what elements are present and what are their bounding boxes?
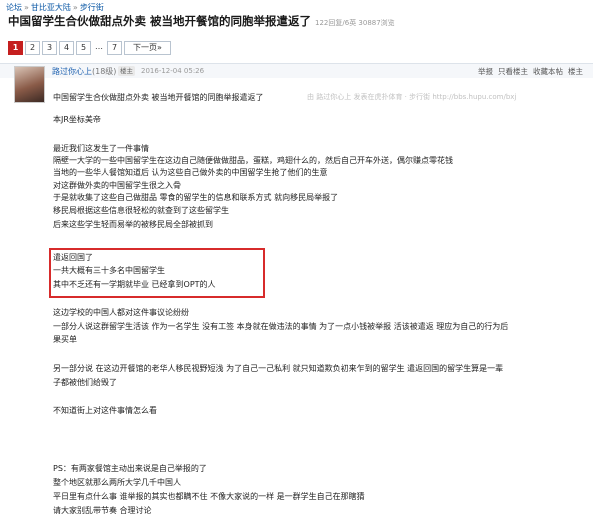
breadcrumb: 论坛» 甘比亚大陆» 步行街	[6, 3, 104, 12]
post-tools: 举报 只看楼主 收藏本帖 楼主	[473, 66, 583, 77]
post-line: 隔壁一大学的一些中国留学生在这边自己随便做做甜品，蛋糕，鸡翅什么的，然后自己开车…	[53, 156, 453, 165]
post-line: 其中不乏还有一学期就毕业 已经拿到OPT的人	[53, 280, 216, 289]
post-line: 本JR坐标美帝	[53, 115, 101, 124]
page-2-button[interactable]: 2	[25, 41, 40, 55]
post-line: 于是就收集了这些自己做甜品 零食的留学生的信息和联系方式 就向移民局举报了	[53, 193, 339, 202]
post-line: 子都被他们给毁了	[53, 378, 117, 387]
page-3-button[interactable]: 3	[42, 41, 57, 55]
page-1-button[interactable]: 1	[8, 41, 23, 55]
breadcrumb-link-forum[interactable]: 论坛	[6, 3, 22, 12]
post-line: 请大家别乱带节奏 合理讨论	[53, 506, 152, 515]
page-ellipsis: …	[93, 41, 105, 53]
post-line: 遣返回国了	[53, 253, 93, 262]
report-link[interactable]: 举报	[478, 67, 493, 76]
post-line: 平日里有点什么事 谁举报的其实也都瞒不住 不像大家说的一样 是一群学生自己在那瞎…	[53, 492, 365, 501]
thread-title: 中国留学生合伙做甜点外卖 被当地开餐馆的同胞举报遣返了 122回复/6英 3088…	[8, 13, 395, 29]
favorite-link[interactable]: 收藏本帖	[533, 67, 563, 76]
post-line: 整个地区就那么两所大学几千中国人	[53, 478, 181, 487]
breadcrumb-link-category[interactable]: 甘比亚大陆	[31, 3, 71, 12]
post-line: 移民局根据这些信息很轻松的就查到了这些留学生	[53, 206, 229, 215]
post-line: 当地的一些华人餐馆知道后 认为这些自己做外卖的中国留学生抢了他们的生意	[53, 168, 328, 177]
watermark: 由 路过你心上 发表在虎扑体育 · 步行街 http://bbs.hupu.co…	[307, 93, 517, 101]
page-4-button[interactable]: 4	[59, 41, 74, 55]
post-author: 路过你心上(18级)	[52, 66, 116, 77]
page-7-button[interactable]: 7	[107, 41, 122, 55]
thread-meta: 122回复/6英 30887浏览	[315, 19, 395, 27]
post-line: 后来这些学生轻而易举的被移民局全部被抓到	[53, 220, 213, 229]
post-line: 对这群做外卖的中国留学生很之入骨	[53, 181, 181, 190]
page-5-button[interactable]: 5	[76, 41, 91, 55]
post-line: 另一部分说 在这边开餐馆的老华人移民视野短浅 为了自己一己私利 就只知道欺负初来…	[53, 364, 504, 373]
author-level: (18级)	[92, 67, 117, 76]
op-badge: 楼主	[118, 66, 135, 76]
author-link[interactable]: 路过你心上	[52, 67, 92, 76]
post-line: 这边学校的中国人都对这件事议论纷纷	[53, 308, 189, 317]
post-line: 一部分人说这群留学生活该 作为一名学生 没有工签 本身就在做违法的事情 为了一点…	[53, 322, 509, 331]
floor-label: 楼主	[568, 67, 583, 76]
only-op-link[interactable]: 只看楼主	[498, 67, 528, 76]
post-line: 中国留学生合伙做甜点外卖 被当地开餐馆的同胞举报遣返了	[53, 93, 264, 102]
post-line: 不知道街上对这件事情怎么看	[53, 406, 157, 415]
pagination: 1 2 3 4 5 … 7 下一页»	[8, 41, 171, 55]
avatar[interactable]	[14, 66, 45, 103]
next-page-button[interactable]: 下一页»	[124, 41, 171, 55]
post-line: PS：有两家餐馆主动出来说是自己举报的了	[53, 464, 207, 473]
breadcrumb-link-board[interactable]: 步行街	[80, 3, 104, 12]
post-line: 一共大概有三十多名中国留学生	[53, 266, 165, 275]
thread-title-text: 中国留学生合伙做甜点外卖 被当地开餐馆的同胞举报遣返了	[8, 14, 312, 28]
post-time: 2016-12-04 05:26	[141, 67, 205, 75]
post-line: 果买单	[53, 335, 77, 344]
post-line: 最近我们这发生了一件事情	[53, 144, 149, 153]
